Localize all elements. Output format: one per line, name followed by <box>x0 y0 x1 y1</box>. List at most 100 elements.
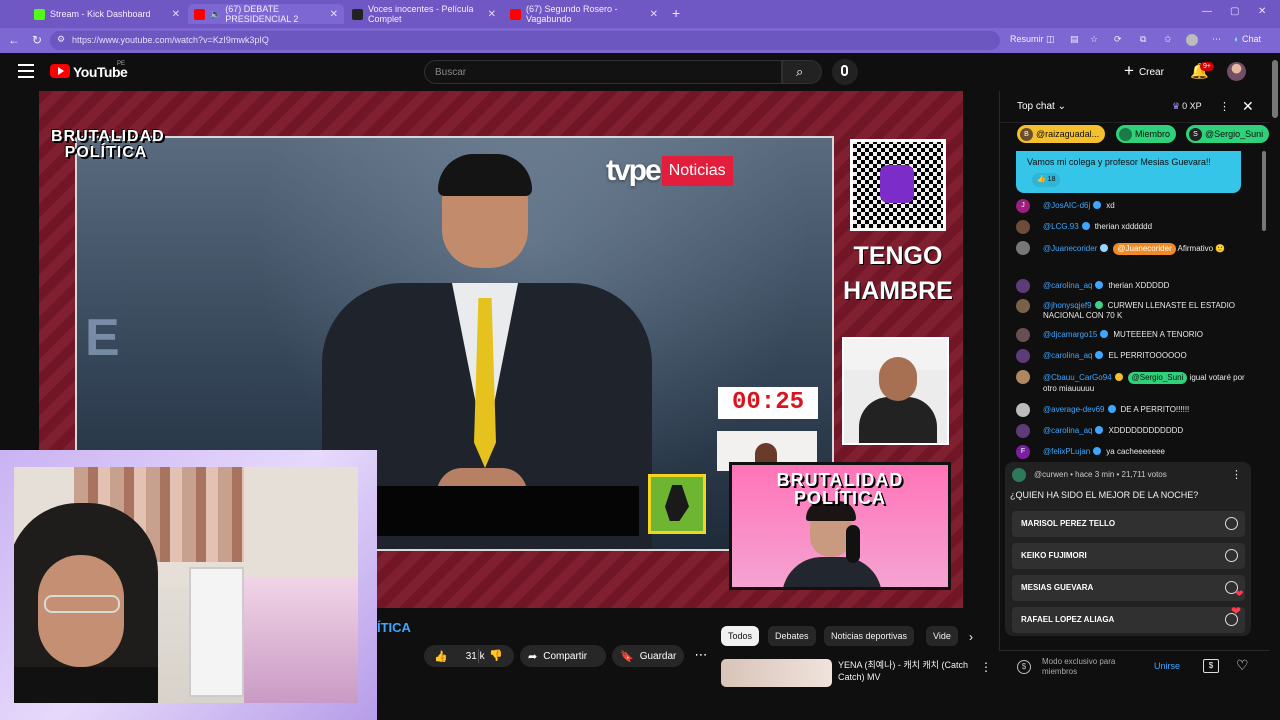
tab-title: (67) DEBATE PRESIDENCIAL 2 <box>225 4 299 24</box>
favorite-icon[interactable]: ☆ <box>1090 34 1098 45</box>
poll-question: ¿QUIEN HA SIDO EL MEJOR DE LA NOCHE? <box>1010 490 1199 500</box>
chat-mode-dropdown[interactable]: Top chat ⌄ <box>1017 101 1066 112</box>
close-icon[interactable]: ✕ <box>172 9 180 20</box>
extensions-icon[interactable]: ⟳ <box>1114 34 1122 45</box>
maximize-icon[interactable]: ▢ <box>1230 6 1239 17</box>
tab-voces-inocentes[interactable]: Voces inocentes - Película Complet ✕ <box>346 4 502 24</box>
tvpe-noticias-logo: tvpe Noticias <box>606 153 733 189</box>
pinned-chip-sergio[interactable]: S @Sergio_Suni <box>1186 125 1270 143</box>
tabs-icon[interactable]: ⧉ <box>1140 34 1146 45</box>
page-scrollbar[interactable] <box>1270 54 1280 720</box>
copilot-icon: ◐ <box>1234 34 1240 44</box>
recommendation-title[interactable]: YENA (최예나) - 캐치 캐치 (Catch Catch) MV <box>838 659 968 683</box>
pinned-chip-miembro[interactable]: Miembro <box>1116 125 1177 143</box>
menu-icon[interactable] <box>18 64 34 78</box>
voice-search-button[interactable] <box>832 59 858 85</box>
avatar <box>1016 299 1030 313</box>
avatar <box>1016 424 1030 438</box>
recommendation-thumbnail[interactable] <box>721 659 832 687</box>
avatar: F <box>1016 445 1030 459</box>
youtube-icon <box>194 8 205 20</box>
share-button[interactable]: ➦ Compartir <box>520 645 606 667</box>
scrollbar-thumb[interactable] <box>1272 60 1278 118</box>
poll-option[interactable]: MESIAS GUEVARA <box>1012 575 1245 601</box>
tab-title: Voces inocentes - Película Complet <box>368 4 474 24</box>
microphone-icon <box>841 65 848 76</box>
url-field[interactable]: ⚙ https://www.youtube.com/watch?v=KzI9mw… <box>50 31 1000 50</box>
pinned-chip-raiza[interactable]: B @raizaguadal... <box>1017 125 1106 143</box>
split-icon[interactable]: ▤ <box>1070 34 1079 45</box>
crown-icon: ♛ <box>1172 101 1181 111</box>
pinned-message[interactable]: Vamos mi colega y profesor Mesias Guevar… <box>1016 151 1241 193</box>
chat-poll: @curwen • hace 3 min • 21,711 votos ⋮ ¿Q… <box>1005 462 1251 636</box>
chevron-right-icon[interactable]: › <box>969 630 973 644</box>
search-placeholder: Buscar <box>435 67 467 78</box>
info-icon[interactable]: $ <box>1017 660 1031 674</box>
poll-menu-icon[interactable]: ⋮ <box>1231 468 1242 481</box>
more-actions-button[interactable]: ⋯ <box>690 645 712 667</box>
lower-third-bar <box>375 486 639 536</box>
super-chat-icon[interactable]: $ <box>1203 659 1219 673</box>
avatar: J <box>1016 199 1030 213</box>
save-button[interactable]: 🔖 Guardar <box>612 645 684 667</box>
create-button[interactable]: + Crear <box>1124 61 1164 83</box>
youtube-logo-icon[interactable] <box>50 64 70 78</box>
chip-noticias-deportivas[interactable]: Noticias deportivas <box>824 626 915 646</box>
streamer-camera-overlay: BRUTALIDAD POLÍTICA <box>729 462 951 590</box>
mention-chip: @Juanecorider <box>1113 243 1176 255</box>
kick-icon <box>34 8 45 20</box>
poll-option[interactable]: KEIKO FUJIMORI <box>1012 543 1245 569</box>
chat-scrollbar[interactable] <box>1262 151 1266 231</box>
copilot-chat-button[interactable]: ◐ Chat <box>1234 34 1261 44</box>
avatar <box>1016 241 1030 255</box>
tab-title: (67) Segundo Rosero - Vagabundo <box>526 4 618 24</box>
avatar <box>1016 328 1030 342</box>
thumbs-up-icon: 👍 <box>434 650 448 663</box>
profile-icon[interactable] <box>1186 34 1198 46</box>
minimize-icon[interactable]: — <box>1202 6 1212 17</box>
bottom-gap <box>377 688 1280 720</box>
heart-reaction-icon: ❤ <box>1235 589 1244 600</box>
poll-author-avatar <box>1012 468 1026 482</box>
tab-debate[interactable]: 🔈 (67) DEBATE PRESIDENCIAL 2 ✕ <box>188 4 344 24</box>
avatar <box>1016 279 1030 293</box>
resume-button[interactable]: Resumir ◫ <box>1010 34 1055 45</box>
reload-icon[interactable]: ↻ <box>32 33 42 47</box>
webcam-feed <box>14 467 358 703</box>
tab-segundo-rosero[interactable]: (67) Segundo Rosero - Vagabundo ✕ <box>504 4 664 24</box>
close-chat-icon[interactable]: ✕ <box>1242 98 1254 115</box>
party-logo-dog-icon <box>648 474 706 534</box>
heart-icon[interactable]: ♡ <box>1236 657 1249 674</box>
xp-indicator[interactable]: ♛ 0 XP <box>1172 101 1202 112</box>
close-icon[interactable]: ✕ <box>330 9 338 20</box>
recommendation-filter-chips: Todos Debates Noticias deportivas Vide <box>721 626 983 646</box>
search-button[interactable]: ⌕ <box>782 60 822 84</box>
dislike-button[interactable]: 👎 <box>489 649 503 662</box>
pinned-like-count[interactable]: 👍 18 <box>1032 173 1061 187</box>
back-icon[interactable]: ← <box>8 33 20 47</box>
favorites-bar-icon[interactable]: ✩ <box>1164 34 1172 45</box>
search-input[interactable]: Buscar <box>424 60 782 84</box>
notification-count-badge: 9+ <box>1200 62 1214 71</box>
avatar <box>1016 403 1030 417</box>
close-icon[interactable]: ✕ <box>488 9 496 20</box>
account-avatar[interactable] <box>1227 62 1246 81</box>
tengo-hambre-text: TENGO HAMBRE <box>843 242 953 305</box>
speaker-icon[interactable]: 🔈 <box>210 9 221 20</box>
address-bar-row: ← ↻ ⚙ https://www.youtube.com/watch?v=Kz… <box>0 28 1280 53</box>
poll-option[interactable]: RAFAEL LOPEZ ALIAGA <box>1012 607 1245 633</box>
chat-menu-icon[interactable]: ⋮ <box>1219 100 1230 113</box>
close-icon[interactable]: ✕ <box>650 9 658 20</box>
tab-kick-dashboard[interactable]: Stream - Kick Dashboard ✕ <box>28 4 186 24</box>
chip-todos[interactable]: Todos <box>721 626 760 646</box>
site-info-icon[interactable]: ⚙ <box>57 34 65 45</box>
poll-option[interactable]: MARISOL PEREZ TELLO <box>1012 511 1245 537</box>
more-icon[interactable]: ⋯ <box>1212 34 1221 45</box>
brutalidad-politica-logo: BRUTALIDAD POLÍTICA <box>51 128 165 161</box>
join-button[interactable]: Unirse <box>1154 661 1180 671</box>
chip-debates[interactable]: Debates <box>768 626 816 646</box>
close-window-icon[interactable]: ✕ <box>1258 6 1266 17</box>
chip-videos[interactable]: Vide <box>926 626 958 646</box>
recommendation-more-icon[interactable]: ⋮ <box>980 660 992 674</box>
new-tab-button[interactable]: + <box>672 5 680 21</box>
